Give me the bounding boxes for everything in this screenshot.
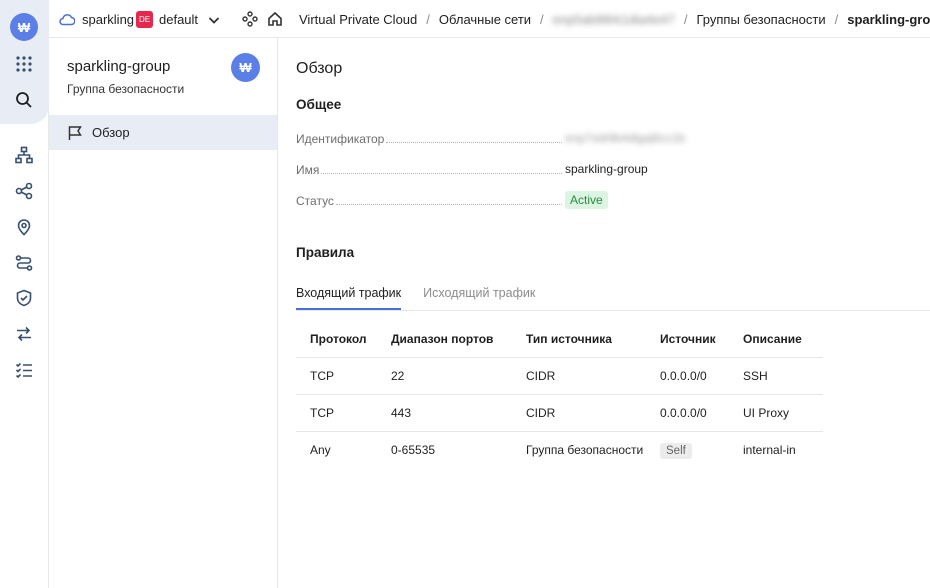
dotted-leader [321,173,562,174]
table-cell: UI Proxy [729,394,823,432]
table-cell: 443 [377,394,512,432]
table-cell: 0.0.0.0/0 [646,357,729,395]
property-name-value: sparkling-group [565,162,648,176]
table-cell: Any [310,442,331,457]
column-header: Протокол [296,321,377,358]
breadcrumb-vpc[interactable]: Virtual Private Cloud [299,12,417,27]
property-label: Идентификатор [296,132,385,146]
resource-subtitle: Группа безопасности [67,82,185,96]
table-cell: 0-65535 [391,442,436,457]
shield-icon[interactable] [13,287,35,309]
tab-ingress[interactable]: Входящий трафик [296,286,402,310]
apps-grid-icon[interactable] [13,53,35,75]
service-nodes-icon[interactable] [242,11,258,27]
rules-table: Протокол Диапазон портов Тип источника И… [296,321,823,468]
dotted-leader [386,142,562,143]
table-row[interactable]: TCP 22 CIDR 0.0.0.0/0 SSH [296,357,823,395]
breadcrumb-networks[interactable]: Облачные сети [439,12,531,27]
resource-title: sparkling-group [67,58,171,75]
breadcrumb-separator: / [683,12,688,27]
property-label: Статус [296,194,334,208]
home-icon[interactable] [267,11,283,27]
column-header: Источник [646,321,729,358]
nav-item-overview[interactable]: Обзор [49,115,277,150]
page-title: Обзор [296,60,343,77]
service-avatar: ₩ [231,53,260,82]
table-cell: TCP [296,357,377,395]
nav-item-label: Обзор [92,125,130,140]
cloud-name[interactable]: sparkling [82,12,134,27]
property-status-row: Статус [296,192,564,208]
breadcrumb-security-groups[interactable]: Группы безопасности [696,12,825,27]
resource-panel: sparkling-group Группа безопасности ₩ Об… [49,38,278,588]
region-badge: DE [136,11,153,28]
traffic-tabs: Входящий трафик Исходящий трафик [296,286,930,311]
folder-name[interactable]: default [159,12,198,27]
table-cell: 0.0.0.0/0 [646,394,729,432]
chevron-down-icon[interactable] [207,13,221,27]
table-row[interactable]: TCP 443 CIDR 0.0.0.0/0 UI Proxy [296,394,823,432]
self-tag[interactable]: Self [660,442,692,459]
property-label: Имя [296,163,320,177]
table-cell: SSH [729,357,823,395]
breadcrumb: Virtual Private Cloud / Облачные сети / enp5… [299,12,930,27]
breadcrumb-separator: / [540,12,544,27]
route-icon[interactable] [13,252,35,274]
main-content: Обзор Общее Идентификатор enp7sdr8k4dlga… [278,38,930,588]
breadcrumb-network-id[interactable]: enp5ab98rk1dia4e47 [553,12,675,27]
general-section-title: Общее [296,97,342,112]
breadcrumb-current: sparkling-group [847,12,930,27]
table-cell: internal-in [743,442,796,457]
top-bar: sparkling DE default Virtual Private Clo… [49,0,930,38]
transfer-arrows-icon[interactable] [13,323,35,345]
column-header: Тип источника [512,321,646,358]
cloud-icon [59,12,76,26]
table-row[interactable]: Any 0-65535 Группа безопасности Self int… [296,431,823,468]
search-icon[interactable] [13,89,35,111]
dotted-leader [335,204,562,205]
column-header: Описание [729,321,823,358]
status-badge: Active [565,191,608,209]
table-cell: TCP [296,394,377,432]
property-id-value[interactable]: enp7sdr8k4dlgaj6cc1b [565,131,685,145]
checklist-icon[interactable] [13,359,35,381]
rules-section-title: Правила [296,245,355,260]
network-icon[interactable] [13,144,35,166]
table-header-row: Протокол Диапазон портов Тип источника И… [296,321,823,358]
breadcrumb-separator: / [834,12,839,27]
share-nodes-icon[interactable] [13,180,35,202]
property-name-row: Имя [296,161,564,177]
column-header: Диапазон портов [377,321,512,358]
left-rail: ₩ [0,0,49,588]
table-cell: 22 [377,357,512,395]
breadcrumb-separator: / [426,12,430,27]
tab-egress[interactable]: Исходящий трафик [423,286,535,310]
table-cell: Self [646,431,729,468]
logo-icon[interactable]: ₩ [10,13,38,41]
table-cell: CIDR [512,394,646,432]
location-pin-icon[interactable] [13,216,35,238]
property-id-row: Идентификатор [296,130,564,146]
flag-icon [67,125,83,141]
table-cell: Группа безопасности [526,442,644,457]
table-cell: CIDR [512,357,646,395]
